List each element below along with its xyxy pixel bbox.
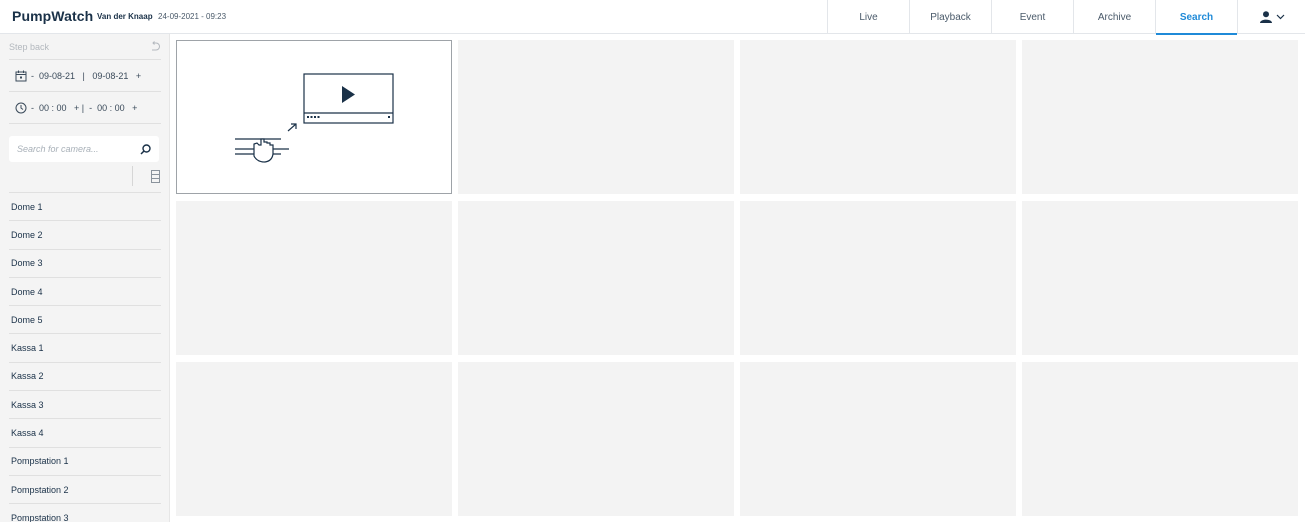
time-range-text: - 00 : 00 + | - 00 : 00 + xyxy=(31,103,138,113)
tab-event[interactable]: Event xyxy=(991,0,1073,34)
header-bar: PumpWatch Van der Knaap 24-09-2021 - 09:… xyxy=(0,0,1305,35)
video-tile[interactable] xyxy=(458,362,734,516)
video-tile[interactable] xyxy=(458,40,734,194)
camera-item-label: Pompstation 3 xyxy=(11,512,69,522)
camera-item[interactable]: Kassa 4 xyxy=(9,418,161,446)
drag-to-play-illustration xyxy=(235,73,394,163)
list-icon xyxy=(151,169,160,183)
video-tile[interactable] xyxy=(1022,40,1298,194)
tab-archive-label: Archive xyxy=(1097,11,1132,23)
camera-search-input[interactable] xyxy=(17,144,127,154)
video-tile[interactable] xyxy=(458,201,734,355)
current-datetime: 24-09-2021 - 09:23 xyxy=(158,12,227,21)
tab-search[interactable]: Search xyxy=(1155,0,1237,35)
user-menu-button[interactable] xyxy=(1237,0,1305,34)
camera-item[interactable]: Kassa 1 xyxy=(9,333,161,361)
video-tile[interactable] xyxy=(176,201,452,355)
video-grid xyxy=(176,40,1299,516)
undo-icon xyxy=(152,40,160,50)
camera-item-label: Dome 2 xyxy=(11,229,43,240)
camera-item[interactable]: Dome 4 xyxy=(9,276,161,305)
video-tile-drop-target[interactable] xyxy=(176,40,452,194)
camera-item-label: Kassa 3 xyxy=(11,399,44,410)
list-view-button[interactable] xyxy=(132,166,160,186)
app-logo: PumpWatch xyxy=(12,8,94,24)
camera-item-label: Dome 1 xyxy=(11,201,43,212)
tab-search-label: Search xyxy=(1179,11,1214,23)
sidebar: Step back - 09-08-21 | 09-08-21 + - 00:… xyxy=(0,34,170,522)
main-nav: Live Playback Event Archive Search xyxy=(827,0,1305,35)
video-tile[interactable] xyxy=(740,201,1016,355)
tab-playback-label: Playback xyxy=(930,11,971,23)
camera-item[interactable]: Dome 2 xyxy=(9,220,161,248)
video-tile[interactable] xyxy=(1022,201,1298,355)
camera-search-box xyxy=(9,136,159,162)
camera-item-label: Pompstation 1 xyxy=(11,456,69,467)
camera-item-label: Pompstation 2 xyxy=(11,484,69,495)
camera-item-label: Dome 3 xyxy=(11,258,43,269)
tab-live[interactable]: Live xyxy=(827,0,909,34)
camera-item-label: Kassa 4 xyxy=(11,428,44,439)
date-range-control[interactable]: - 09-08-21 | 09-08-21 + xyxy=(9,61,161,92)
search-icon[interactable] xyxy=(140,143,151,155)
video-tile[interactable] xyxy=(740,362,1016,516)
camera-item[interactable]: Pompstation 2 xyxy=(9,474,161,503)
camera-item[interactable]: Pompstation 1 xyxy=(9,446,161,475)
video-tile[interactable] xyxy=(176,362,452,516)
camera-item[interactable]: Dome 3 xyxy=(9,248,161,277)
camera-item-label: Dome 5 xyxy=(11,314,43,325)
date-range-text: - 09-08-21 | 09-08-21 + xyxy=(31,71,142,81)
chevron-down-icon xyxy=(1276,14,1284,20)
camera-item[interactable]: Kassa 3 xyxy=(9,390,161,418)
camera-item[interactable]: Dome 5 xyxy=(9,305,161,333)
user-icon xyxy=(1259,11,1272,23)
clock-icon xyxy=(15,102,27,114)
calendar-icon xyxy=(15,70,27,82)
tab-event-label: Event xyxy=(1019,11,1046,23)
tab-playback[interactable]: Playback xyxy=(909,0,991,34)
camera-list: Dome 1 Dome 2 Dome 3 Dome 4 Dome 5 Kassa… xyxy=(9,192,161,522)
tab-live-label: Live xyxy=(859,11,878,23)
video-tile[interactable] xyxy=(740,40,1016,194)
step-back-label: Step back xyxy=(9,41,50,52)
camera-item[interactable]: Pompstation 3 xyxy=(9,503,161,522)
tab-archive[interactable]: Archive xyxy=(1073,0,1155,34)
camera-item-label: Dome 4 xyxy=(11,286,43,297)
video-tile[interactable] xyxy=(1022,362,1298,516)
app: PumpWatch Van der Knaap 24-09-2021 - 09:… xyxy=(0,0,1305,522)
camera-item-label: Kassa 2 xyxy=(11,371,44,382)
time-range-control[interactable]: - 00 : 00 + | - 00 : 00 + xyxy=(9,93,161,124)
camera-item[interactable]: Kassa 2 xyxy=(9,361,161,390)
account-name: Van der Knaap xyxy=(97,12,153,21)
step-back-button[interactable]: Step back xyxy=(9,34,161,60)
camera-item[interactable]: Dome 1 xyxy=(9,192,161,220)
camera-item-label: Kassa 1 xyxy=(11,343,44,354)
